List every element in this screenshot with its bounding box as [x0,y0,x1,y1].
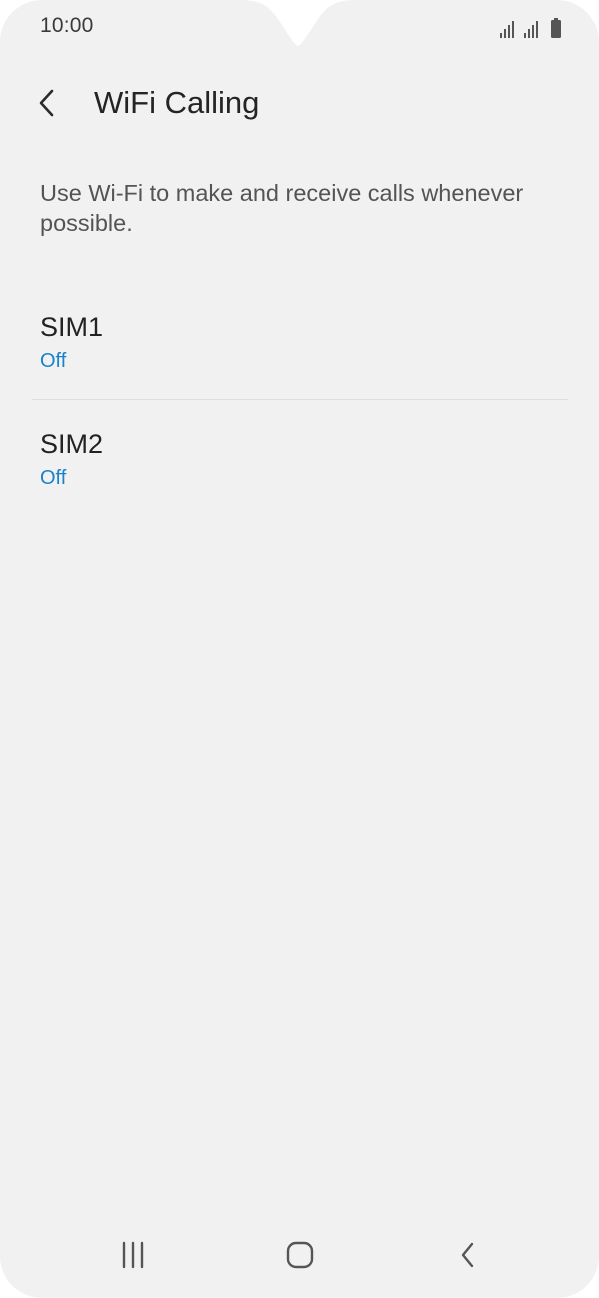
phone-screen: 10:00 WiFi Calling Use Wi-Fi to make and… [0,0,599,1298]
signal-sim1-icon [500,20,518,38]
navigation-bar [0,1222,599,1298]
status-time: 10:00 [40,14,94,37]
back-icon [461,1242,474,1268]
page-title: WiFi Calling [94,85,260,120]
nav-back-button[interactable] [438,1232,498,1278]
status-icons [500,16,561,38]
sim1-status: Off [40,350,67,372]
sim1-label: SIM1 [40,312,104,342]
sim1-item[interactable]: SIM1 Off [0,282,599,399]
sim2-item[interactable]: SIM2 Off [0,399,599,516]
wifi-calling-description: Use Wi-Fi to make and receive calls when… [40,180,524,236]
status-bar: 10:00 [0,0,599,54]
sim2-status: Off [40,467,67,489]
recent-apps-icon [122,1241,144,1269]
recent-apps-button[interactable] [103,1232,163,1278]
back-button[interactable] [24,78,70,128]
sim-list: SIM1 Off SIM2 Off [0,282,599,516]
signal-sim2-icon [524,20,542,38]
home-button[interactable] [270,1232,330,1278]
home-icon [286,1241,314,1269]
sim2-label: SIM2 [40,429,104,459]
battery-icon [551,18,561,38]
app-bar: WiFi Calling [0,70,599,136]
chevron-left-icon [39,89,54,117]
